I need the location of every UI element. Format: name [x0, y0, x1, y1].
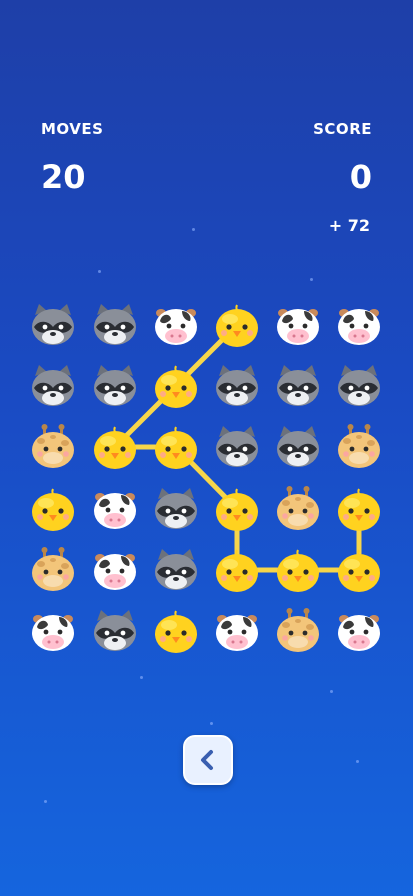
chick-tile[interactable]	[335, 546, 383, 594]
giraffe-icon	[32, 547, 74, 591]
giraffe-tile[interactable]	[274, 485, 322, 533]
chick-tile[interactable]	[213, 301, 261, 349]
raccoon-icon	[155, 488, 197, 529]
giraffe-tile[interactable]	[274, 607, 322, 655]
raccoon-tile[interactable]	[152, 485, 200, 533]
giraffe-icon	[277, 608, 319, 652]
chick-tile[interactable]	[213, 546, 261, 594]
cow-icon	[277, 309, 319, 345]
raccoon-icon	[32, 304, 74, 345]
raccoon-icon	[94, 365, 136, 406]
giraffe-tile[interactable]	[335, 423, 383, 471]
raccoon-tile[interactable]	[274, 362, 322, 410]
chick-tile[interactable]	[29, 485, 77, 533]
cow-icon	[216, 615, 258, 651]
chick-tile[interactable]	[152, 423, 200, 471]
cow-tile[interactable]	[274, 301, 322, 349]
raccoon-tile[interactable]	[213, 423, 261, 471]
cow-tile[interactable]	[91, 485, 139, 533]
raccoon-tile[interactable]	[213, 362, 261, 410]
raccoon-tile[interactable]	[274, 423, 322, 471]
cow-tile[interactable]	[152, 301, 200, 349]
chick-icon	[216, 488, 258, 531]
raccoon-icon	[277, 426, 319, 467]
giraffe-tile[interactable]	[29, 546, 77, 594]
raccoon-tile[interactable]	[29, 301, 77, 349]
raccoon-icon	[216, 365, 258, 406]
raccoon-tile[interactable]	[152, 546, 200, 594]
raccoon-icon	[94, 304, 136, 345]
cow-icon	[338, 615, 380, 651]
chick-icon	[155, 365, 197, 408]
giraffe-icon	[338, 424, 380, 468]
chick-tile[interactable]	[274, 546, 322, 594]
chick-icon	[94, 426, 136, 469]
raccoon-tile[interactable]	[91, 607, 139, 655]
chick-icon	[338, 488, 380, 531]
raccoon-tile[interactable]	[335, 362, 383, 410]
chevron-left-icon	[201, 750, 213, 770]
chick-icon	[216, 549, 258, 592]
chick-tile[interactable]	[152, 607, 200, 655]
chick-icon	[155, 610, 197, 653]
chick-icon	[277, 549, 319, 592]
raccoon-icon	[277, 365, 319, 406]
chick-icon	[216, 304, 258, 347]
raccoon-icon	[32, 365, 74, 406]
chick-icon	[155, 426, 197, 469]
back-button[interactable]	[183, 735, 233, 785]
cow-icon	[32, 615, 74, 651]
cow-tile[interactable]	[29, 607, 77, 655]
cow-icon	[94, 493, 136, 529]
chick-tile[interactable]	[152, 362, 200, 410]
cow-icon	[94, 554, 136, 590]
chick-tile[interactable]	[335, 485, 383, 533]
raccoon-icon	[338, 365, 380, 406]
giraffe-tile[interactable]	[29, 423, 77, 471]
raccoon-tile[interactable]	[91, 362, 139, 410]
cow-tile[interactable]	[91, 546, 139, 594]
cow-tile[interactable]	[335, 607, 383, 655]
cow-tile[interactable]	[213, 607, 261, 655]
chick-icon	[32, 488, 74, 531]
giraffe-icon	[32, 424, 74, 468]
cow-tile[interactable]	[335, 301, 383, 349]
raccoon-icon	[216, 426, 258, 467]
raccoon-icon	[94, 610, 136, 651]
raccoon-tile[interactable]	[91, 301, 139, 349]
chick-tile[interactable]	[213, 485, 261, 533]
chick-tile[interactable]	[91, 423, 139, 471]
chick-icon	[338, 549, 380, 592]
cow-icon	[155, 309, 197, 345]
raccoon-tile[interactable]	[29, 362, 77, 410]
giraffe-icon	[277, 486, 319, 530]
cow-icon	[338, 309, 380, 345]
raccoon-icon	[155, 549, 197, 590]
